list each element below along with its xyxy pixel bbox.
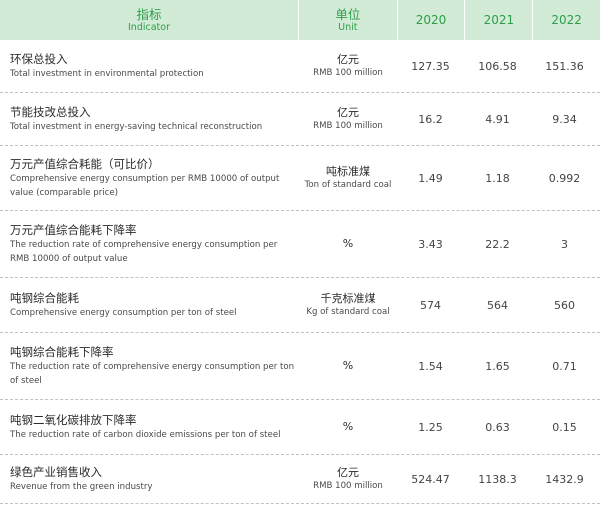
value-2020: 16.2 [418,112,443,126]
row-indicator-zh: 万元产值综合能耗下降率 [10,222,137,237]
value-2020: 1.49 [418,171,443,185]
row-unit-zh: % [342,420,354,433]
header-unit-en: Unit [338,21,358,33]
row-indicator: 环保总投入 Total investment in environmental … [0,40,299,92]
value-2022: 560 [554,298,575,312]
value-2021: 4.91 [485,112,510,126]
table-row: 吨钢综合能耗 Comprehensive energy consumption … [0,278,600,333]
header-indicator: 指标 Indicator [0,0,298,40]
table-row: 万元产值综合耗能（可比价） Comprehensive energy consu… [0,146,600,211]
value-2021: 1138.3 [478,472,517,486]
table-row: 吨钢综合能耗下降率 The reduction rate of comprehe… [0,333,600,400]
row-indicator: 吨钢综合能耗下降率 The reduction rate of comprehe… [0,333,299,399]
header-year-2020: 2020 [396,0,465,40]
table-row: 万元产值综合能耗下降率 The reduction rate of compre… [0,211,600,278]
value-2022: 0.15 [552,420,577,434]
row-indicator-en: Comprehensive energy consumption per ton… [10,307,237,318]
row-indicator: 绿色产业销售收入 Revenue from the green industry [0,455,299,503]
header-indicator-zh: 指标 [136,6,162,22]
header-unit: 单位 Unit [298,0,397,40]
value-2020: 127.35 [411,59,450,73]
value-2020: 574 [420,298,441,312]
data-table: 指标 Indicator 单位 Unit 2020 2021 2022 环保总投… [0,0,600,504]
row-unit-en: RMB 100 million [313,67,383,78]
row-unit-zh: 亿元 [337,52,359,66]
header-year-2022: 2022 [532,0,600,40]
row-indicator: 万元产值综合能耗下降率 The reduction rate of compre… [0,211,299,277]
row-indicator-en: Comprehensive energy consumption per RMB… [10,173,280,198]
row-unit: 千克标准煤 Kg of standard coal [299,278,397,332]
row-indicator-en: Revenue from the green industry [10,481,153,492]
table-row: 绿色产业销售收入 Revenue from the green industry… [0,455,600,504]
value-2021: 564 [487,298,508,312]
value-2020: 1.25 [418,420,443,434]
row-indicator-zh: 节能技改总投入 [10,104,91,119]
value-2022: 151.36 [545,59,584,73]
row-unit-en: RMB 100 million [313,120,383,131]
row-indicator: 吨钢综合能耗 Comprehensive energy consumption … [0,278,299,332]
row-unit-zh: % [342,359,354,372]
value-2022: 9.34 [552,112,577,126]
row-unit-zh: 千克标准煤 [320,291,376,305]
value-2022: 1432.9 [545,472,584,486]
row-unit: % [299,211,397,277]
value-2020: 1.54 [418,359,443,373]
row-indicator-en: Total investment in environmental protec… [10,68,204,79]
row-unit-zh: % [342,237,354,250]
row-unit-zh: 亿元 [337,465,359,479]
row-indicator-zh: 吨钢综合能耗下降率 [10,344,114,359]
row-indicator-zh: 绿色产业销售收入 [10,464,102,479]
value-2021: 1.18 [485,171,510,185]
value-2021: 106.58 [478,59,517,73]
row-indicator-zh: 吨钢二氧化碳排放下降率 [10,412,137,427]
value-2022: 0.992 [548,171,581,185]
row-unit: 吨标准煤 Ton of standard coal [299,146,397,210]
value-2020: 524.47 [411,472,450,486]
value-2021: 22.2 [485,237,510,251]
table-row: 吨钢二氧化碳排放下降率 The reduction rate of carbon… [0,400,600,455]
row-unit-en: Ton of standard coal [304,179,392,190]
row-indicator-en: The reduction rate of comprehensive ener… [10,361,295,386]
row-indicator-en: The reduction rate of comprehensive ener… [10,239,278,264]
row-unit: 亿元 RMB 100 million [299,455,397,503]
row-unit: 亿元 RMB 100 million [299,40,397,92]
row-unit-zh: 亿元 [337,105,359,119]
row-indicator: 节能技改总投入 Total investment in energy-savin… [0,93,299,145]
value-2020: 3.43 [418,237,443,251]
row-unit-zh: 吨标准煤 [326,164,370,178]
header-unit-zh: 单位 [335,6,361,22]
row-unit-en: Kg of standard coal [306,306,390,317]
table-row: 环保总投入 Total investment in environmental … [0,40,600,93]
row-unit: 亿元 RMB 100 million [299,93,397,145]
row-indicator-zh: 万元产值综合耗能（可比价） [10,156,160,171]
header-indicator-en: Indicator [128,21,170,33]
value-2022: 0.71 [552,359,577,373]
table-header: 指标 Indicator 单位 Unit 2020 2021 2022 [0,0,600,40]
row-indicator-zh: 环保总投入 [10,51,68,66]
row-indicator: 吨钢二氧化碳排放下降率 The reduction rate of carbon… [0,400,299,454]
header-year-2021: 2021 [464,0,533,40]
row-indicator-en: The reduction rate of carbon dioxide emi… [10,429,281,440]
value-2021: 0.63 [485,420,510,434]
value-2022: 3 [561,237,568,251]
row-unit-en: RMB 100 million [313,480,383,491]
row-indicator: 万元产值综合耗能（可比价） Comprehensive energy consu… [0,146,299,210]
table-row: 节能技改总投入 Total investment in energy-savin… [0,93,600,146]
row-unit: % [299,333,397,399]
row-indicator-en: Total investment in energy-saving techni… [10,121,263,132]
value-2021: 1.65 [485,359,510,373]
row-unit: % [299,400,397,454]
row-indicator-zh: 吨钢综合能耗 [10,290,79,305]
